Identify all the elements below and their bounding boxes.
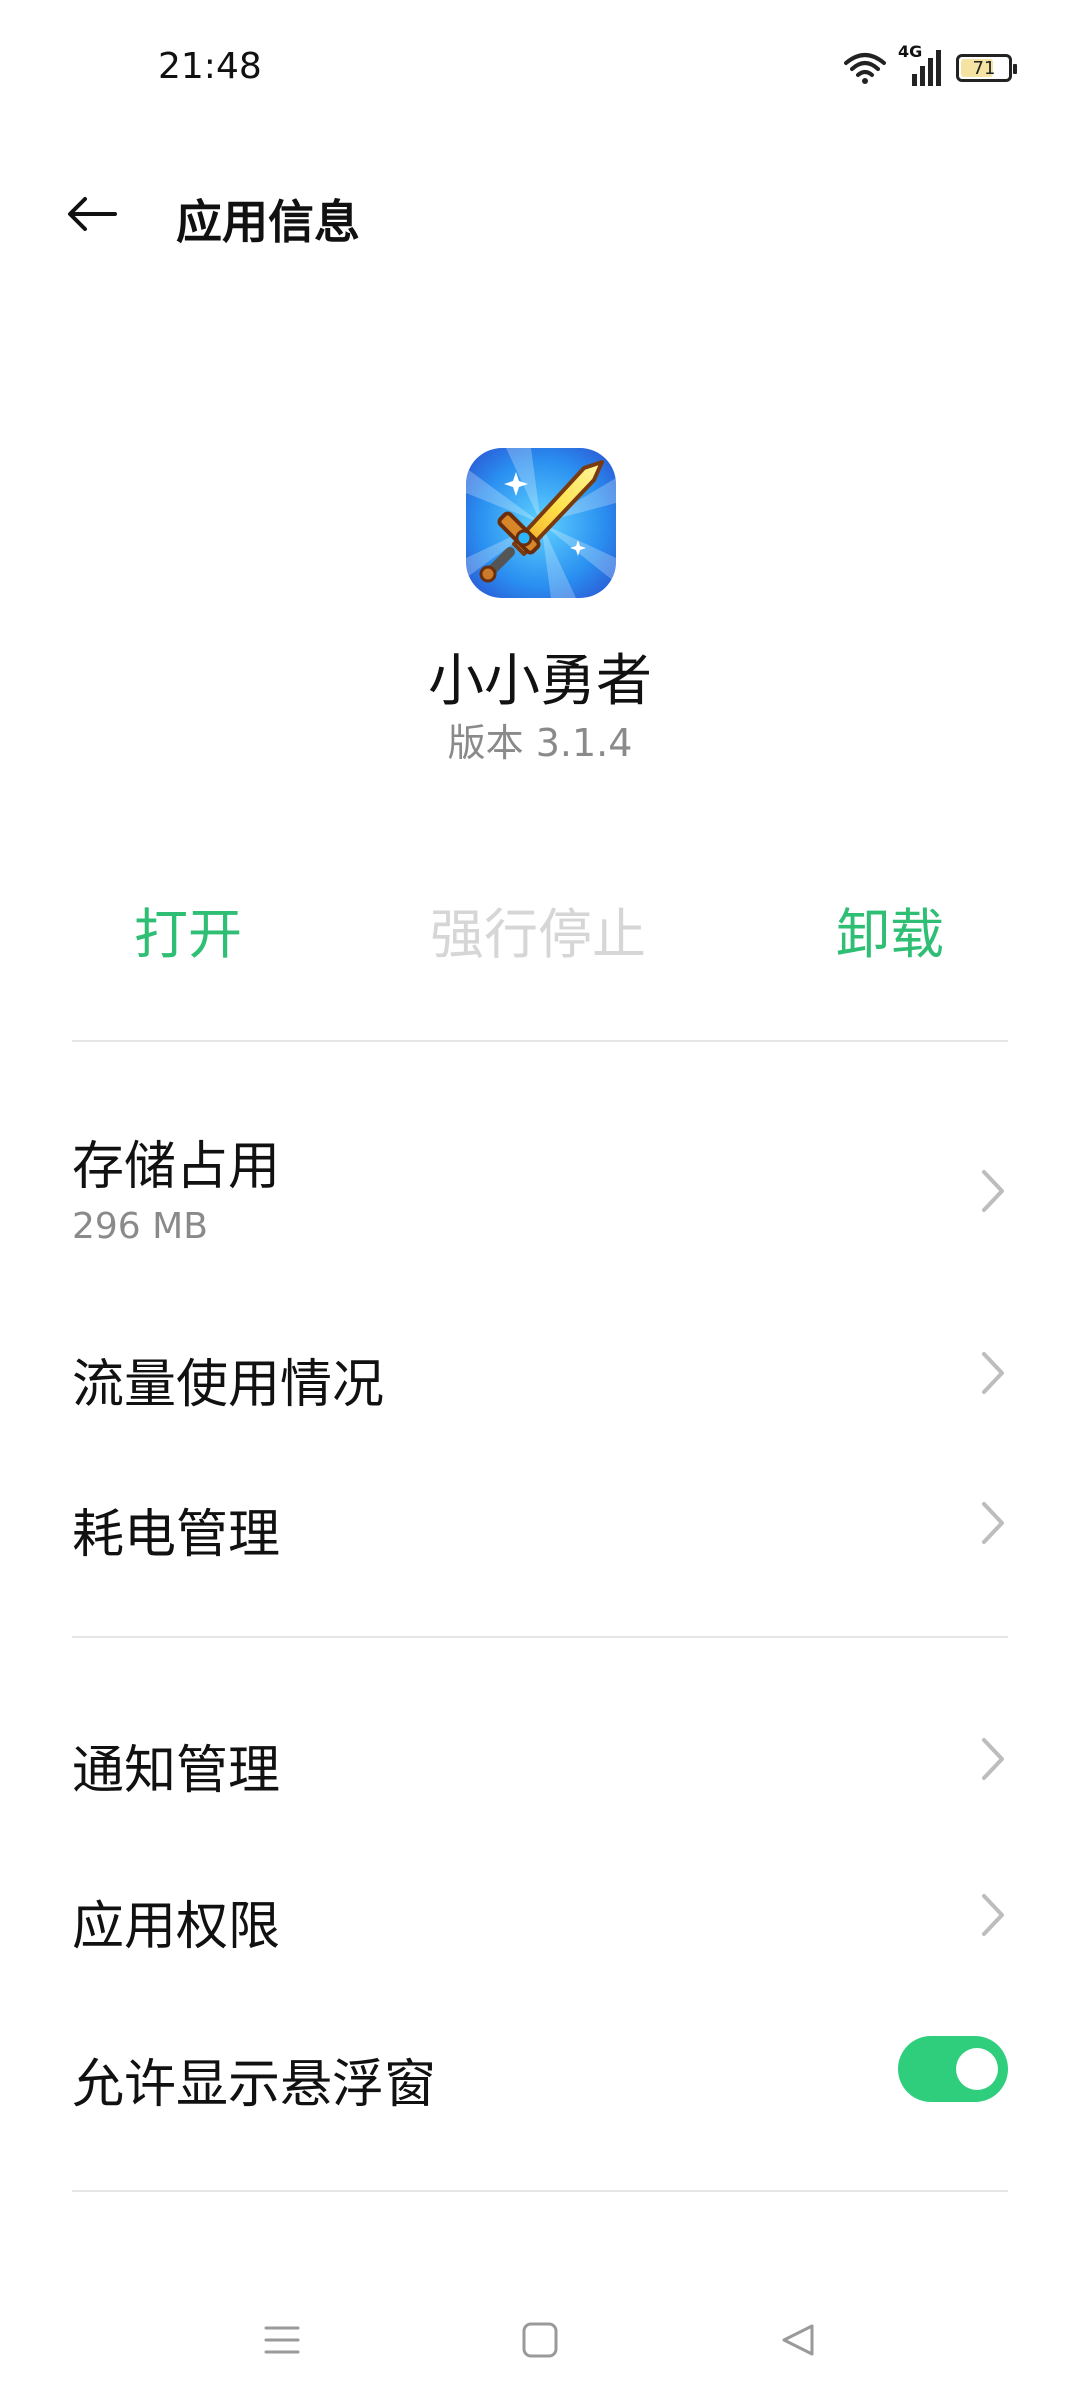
notifications-label: 通知管理	[72, 1741, 281, 1801]
app-version: 版本 3.1.4	[447, 721, 633, 765]
back-triangle-icon	[782, 2324, 814, 2356]
data-usage-label: 流量使用情况	[72, 1355, 385, 1415]
status-bar: 21:48 4G 71	[0, 0, 1080, 120]
list-item-permissions[interactable]: 应用权限	[0, 1842, 1080, 1982]
menu-button[interactable]	[252, 2310, 312, 2370]
open-button[interactable]: 打开	[134, 890, 242, 969]
home-icon	[522, 2322, 558, 2358]
storage-value: 296 MB	[72, 1206, 208, 1247]
permissions-label: 应用权限	[72, 1897, 281, 1957]
list-item-power[interactable]: 耗电管理	[0, 1450, 1080, 1590]
app-name: 小小勇者	[428, 649, 652, 714]
toggle-knob	[956, 2048, 998, 2090]
chevron-right-icon	[982, 1894, 1004, 1936]
chevron-right-icon	[982, 1170, 1004, 1212]
menu-icon	[264, 2326, 300, 2354]
battery-icon: 71	[956, 54, 1017, 82]
home-button[interactable]	[510, 2310, 570, 2370]
power-label: 耗电管理	[72, 1505, 281, 1565]
signal-icon: 4G	[898, 42, 944, 88]
divider	[72, 1040, 1008, 1042]
back-button[interactable]	[58, 184, 128, 244]
app-info-screen: 21:48 4G 71 应用信息 小小勇者 版本 3.1.4 打开 强行停止 卸…	[0, 0, 1080, 2400]
status-time: 21:48	[158, 46, 262, 87]
list-item-floating-window: 允许显示悬浮窗	[0, 2000, 1080, 2140]
chevron-right-icon	[982, 1738, 1004, 1780]
status-icons: 4G 71	[844, 42, 1017, 92]
floating-window-label: 允许显示悬浮窗	[72, 2055, 437, 2115]
divider	[72, 2190, 1008, 2192]
list-item-storage[interactable]: 存储占用 296 MB	[0, 1100, 1080, 1280]
system-nav-bar	[0, 2290, 1080, 2380]
wifi-icon	[844, 51, 886, 85]
storage-label: 存储占用	[72, 1137, 281, 1197]
page-title: 应用信息	[176, 195, 360, 249]
nav-back-button[interactable]	[768, 2310, 828, 2370]
arrow-left-icon	[68, 197, 117, 231]
list-item-notifications[interactable]: 通知管理	[0, 1686, 1080, 1826]
list-item-data-usage[interactable]: 流量使用情况	[0, 1300, 1080, 1440]
sword-app-icon	[466, 448, 616, 598]
battery-percent: 71	[972, 57, 996, 79]
uninstall-button[interactable]: 卸载	[836, 890, 944, 969]
action-bar: 打开 强行停止 卸载	[0, 890, 1080, 970]
force-stop-button[interactable]: 强行停止	[430, 890, 646, 969]
header: 应用信息	[0, 170, 1080, 260]
chevron-right-icon	[982, 1352, 1004, 1394]
chevron-right-icon	[982, 1502, 1004, 1544]
divider	[72, 1636, 1008, 1638]
floating-window-toggle[interactable]	[898, 2036, 1008, 2102]
